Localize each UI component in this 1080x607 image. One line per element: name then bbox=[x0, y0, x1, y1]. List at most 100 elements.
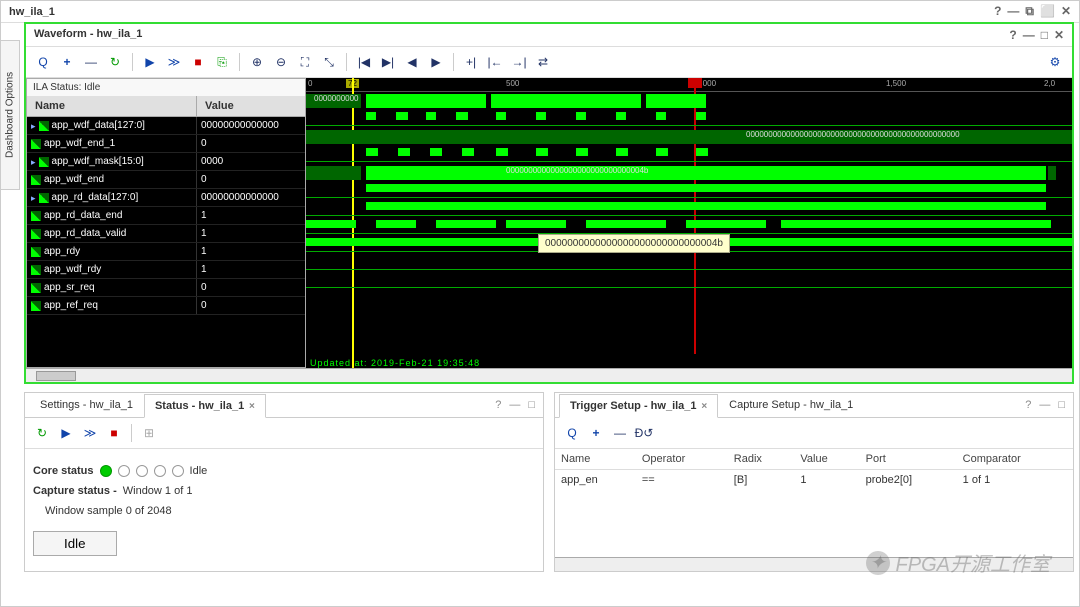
refresh-icon[interactable]: ↻ bbox=[104, 51, 126, 73]
zoom-fit-icon[interactable]: ⛶ bbox=[294, 51, 316, 73]
idle-button[interactable]: Idle bbox=[33, 531, 117, 556]
fast-forward-icon[interactable]: ≫ bbox=[163, 51, 185, 73]
next-edge-icon[interactable]: ▶ bbox=[425, 51, 447, 73]
add-marker-icon[interactable]: +| bbox=[460, 51, 482, 73]
signal-name: app_rd_data[127:0] bbox=[52, 189, 139, 207]
probe-icon bbox=[31, 283, 41, 293]
signal-row[interactable]: app_wdf_end_1 0 bbox=[27, 135, 305, 153]
restore-icon[interactable]: ⧉ bbox=[1025, 4, 1034, 19]
stop-icon[interactable]: ■ bbox=[103, 422, 125, 444]
panel-maximize-icon[interactable]: □ bbox=[1058, 399, 1065, 411]
trigger-table: Name Operator Radix Value Port Comparato… bbox=[555, 449, 1073, 490]
waveform-canvas[interactable]: 72 0 500 1,000 1,500 2,0 0000000000 bbox=[306, 78, 1072, 368]
panel-help-icon[interactable]: ? bbox=[495, 399, 501, 411]
signal-row[interactable]: app_rd_data_valid 1 bbox=[27, 225, 305, 243]
signal-name: app_wdf_end_1 bbox=[44, 135, 115, 153]
col-radix[interactable]: Radix bbox=[728, 449, 795, 470]
tick-500: 500 bbox=[506, 79, 519, 88]
signal-row[interactable]: app_sr_req0 bbox=[27, 279, 305, 297]
tab-close-icon[interactable]: × bbox=[246, 401, 255, 412]
panel-help-icon[interactable]: ? bbox=[1009, 28, 1016, 42]
prev-edge-icon[interactable]: ◀ bbox=[401, 51, 423, 73]
capture-status-label: Capture status - bbox=[33, 485, 117, 497]
export-icon[interactable]: ⎘ bbox=[211, 51, 233, 73]
update-timestamp: Updated at: 2019-Feb-21 19:35:48 bbox=[310, 358, 480, 368]
status-dot bbox=[136, 465, 148, 477]
signal-value: 1 bbox=[197, 243, 305, 260]
signal-row[interactable]: app_rd_data_end1 bbox=[27, 207, 305, 225]
maximize-icon[interactable]: ⬜ bbox=[1040, 4, 1055, 19]
name-header[interactable]: Name bbox=[27, 96, 197, 116]
help-icon[interactable]: ? bbox=[994, 4, 1001, 19]
col-value[interactable]: Value bbox=[794, 449, 859, 470]
signal-value: 0000 bbox=[197, 153, 305, 170]
signal-name: app_wdf_end bbox=[44, 171, 104, 189]
panel-close-icon[interactable]: ✕ bbox=[1054, 28, 1064, 42]
main-titlebar: hw_ila_1 ? — ⧉ ⬜ ✕ bbox=[1, 1, 1079, 23]
col-comparator[interactable]: Comparator bbox=[957, 449, 1073, 470]
panel-maximize-icon[interactable]: □ bbox=[528, 399, 535, 411]
zoom-out-icon[interactable]: ⊖ bbox=[270, 51, 292, 73]
cursor-icon[interactable]: ⤡ bbox=[318, 51, 340, 73]
col-operator[interactable]: Operator bbox=[636, 449, 728, 470]
col-name[interactable]: Name bbox=[555, 449, 636, 470]
signal-row[interactable]: app_rdy1 bbox=[27, 243, 305, 261]
next-marker-icon[interactable]: →| bbox=[508, 51, 530, 73]
gear-icon[interactable]: ⚙ bbox=[1044, 51, 1066, 73]
add-icon[interactable]: + bbox=[585, 422, 607, 444]
add-icon[interactable]: + bbox=[56, 51, 78, 73]
probe-icon bbox=[31, 211, 41, 221]
trigger-scrollbar[interactable] bbox=[555, 557, 1073, 571]
reset-icon[interactable]: Ð↺ bbox=[633, 422, 655, 444]
refresh-icon[interactable]: ↻ bbox=[31, 422, 53, 444]
value-header[interactable]: Value bbox=[197, 96, 305, 116]
go-last-icon[interactable]: ▶| bbox=[377, 51, 399, 73]
tab-status[interactable]: Status - hw_ila_1 × bbox=[144, 394, 266, 418]
wave-row bbox=[306, 254, 1072, 272]
stop-icon[interactable]: ■ bbox=[187, 51, 209, 73]
tab-trigger-setup[interactable]: Trigger Setup - hw_ila_1 × bbox=[559, 394, 718, 418]
prev-marker-icon[interactable]: |← bbox=[484, 51, 506, 73]
signal-row[interactable]: app_wdf_rdy1 bbox=[27, 261, 305, 279]
panel-help-icon[interactable]: ? bbox=[1025, 399, 1031, 411]
play-icon[interactable]: ▶ bbox=[55, 422, 77, 444]
tick-1500: 1,500 bbox=[886, 79, 906, 88]
probe-icon bbox=[31, 265, 41, 275]
panel-maximize-icon[interactable]: □ bbox=[1041, 28, 1048, 42]
signal-row[interactable]: ▸app_rd_data[127:0]00000000000000 bbox=[27, 189, 305, 207]
dashboard-options-tab[interactable]: Dashboard Options bbox=[0, 40, 20, 190]
signal-row[interactable]: app_ref_req0 bbox=[27, 297, 305, 315]
trigger-row[interactable]: app_en == [B] 1 probe2[0] 1 of 1 bbox=[555, 470, 1073, 491]
minimize-icon[interactable]: — bbox=[1007, 4, 1019, 19]
remove-icon[interactable]: — bbox=[609, 422, 631, 444]
search-icon[interactable]: Q bbox=[32, 51, 54, 73]
status-dot-active bbox=[100, 465, 112, 477]
tab-close-icon[interactable]: × bbox=[699, 401, 708, 412]
go-first-icon[interactable]: |◀ bbox=[353, 51, 375, 73]
play-icon[interactable]: ▶ bbox=[139, 51, 161, 73]
tab-capture-setup[interactable]: Capture Setup - hw_ila_1 bbox=[718, 393, 864, 417]
panel-minimize-icon[interactable]: — bbox=[1039, 399, 1050, 411]
signal-row[interactable]: ▸app_wdf_mask[15:0]0000 bbox=[27, 153, 305, 171]
tab-settings[interactable]: Settings - hw_ila_1 bbox=[29, 393, 144, 417]
swap-icon[interactable]: ⇄ bbox=[532, 51, 554, 73]
signal-value: 0 bbox=[197, 135, 305, 152]
zoom-in-icon[interactable]: ⊕ bbox=[246, 51, 268, 73]
close-icon[interactable]: ✕ bbox=[1061, 4, 1071, 19]
waveform-scrollbar[interactable] bbox=[26, 368, 1072, 382]
panel-minimize-icon[interactable]: — bbox=[1023, 28, 1035, 42]
panel-minimize-icon[interactable]: — bbox=[509, 399, 520, 411]
window-controls: ? — ⧉ ⬜ ✕ bbox=[994, 4, 1071, 19]
main-window: hw_ila_1 ? — ⧉ ⬜ ✕ Dashboard Options Wav… bbox=[0, 0, 1080, 607]
signal-row[interactable]: ▸app_wdf_data[127:0]00000000000000 bbox=[27, 117, 305, 135]
signal-row[interactable]: app_wdf_end0 bbox=[27, 171, 305, 189]
waveform-toolbar: Q + — ↻ ▶ ≫ ■ ⎘ ⊕ ⊖ ⛶ ⤡ |◀ ▶| ◀ ▶ +| bbox=[26, 47, 1072, 78]
search-icon[interactable]: Q bbox=[561, 422, 583, 444]
signal-value: 1 bbox=[197, 225, 305, 242]
col-port[interactable]: Port bbox=[860, 449, 957, 470]
signal-name: app_rd_data_valid bbox=[44, 225, 126, 243]
probe-icon bbox=[39, 121, 49, 131]
remove-icon[interactable]: — bbox=[80, 51, 102, 73]
fast-forward-icon[interactable]: ≫ bbox=[79, 422, 101, 444]
options-icon[interactable]: ⊞ bbox=[138, 422, 160, 444]
